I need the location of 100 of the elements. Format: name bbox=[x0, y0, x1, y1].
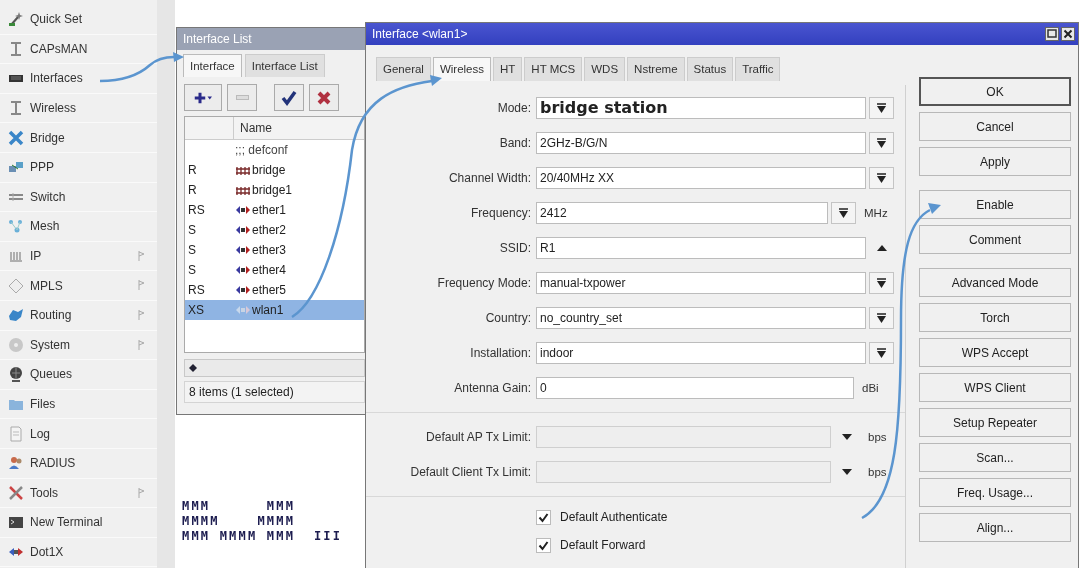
dropdown-field[interactable]: 2412 bbox=[536, 201, 828, 224]
table-row[interactable]: R bridge bbox=[185, 160, 364, 180]
checkmark-icon bbox=[538, 511, 549, 523]
checkbox[interactable] bbox=[536, 509, 551, 525]
globe-icon bbox=[8, 366, 24, 383]
dropdown-field[interactable]: no_country_set bbox=[536, 306, 866, 329]
table-row[interactable]: S ether3 bbox=[185, 240, 364, 260]
add-button[interactable] bbox=[184, 84, 222, 111]
tab[interactable]: Interface List bbox=[244, 54, 325, 77]
tab[interactable]: Wireless bbox=[432, 57, 491, 81]
sidebar-item[interactable]: Wireless bbox=[0, 93, 157, 124]
sidebar-item[interactable]: System bbox=[0, 330, 157, 361]
sidebar-item[interactable]: PPP bbox=[0, 152, 157, 183]
dialog-button[interactable]: Apply bbox=[919, 147, 1071, 176]
sidebar-item[interactable]: RADIUS bbox=[0, 448, 157, 479]
ascii-logo: MMM MMM MMMM MMMM MMM MMMM MMM III bbox=[182, 499, 343, 544]
crossed-arrows-icon bbox=[8, 129, 24, 146]
tools-icon bbox=[8, 484, 24, 501]
dialog-button[interactable]: WPS Accept bbox=[919, 338, 1071, 367]
tab[interactable]: Nstreme bbox=[627, 57, 685, 81]
input-field[interactable]: R1 bbox=[536, 236, 866, 259]
tab[interactable]: HT MCS bbox=[524, 57, 583, 81]
tab[interactable]: General bbox=[376, 57, 431, 81]
dialog-button[interactable]: OK bbox=[919, 77, 1071, 106]
input-field[interactable]: 0 bbox=[536, 376, 854, 399]
dropdown-field[interactable]: 20/40MHz XX bbox=[536, 166, 866, 189]
table-row[interactable]: S ether4 bbox=[185, 260, 364, 280]
column-header[interactable]: Name bbox=[234, 117, 278, 139]
comment-text: ;;; defconf bbox=[234, 143, 288, 157]
dialog-button[interactable]: Enable bbox=[919, 190, 1071, 219]
table-cell: ether5 bbox=[252, 283, 287, 297]
dialog-button[interactable]: Comment bbox=[919, 225, 1071, 254]
dropdown-caret-icon bbox=[877, 277, 886, 288]
sidebar-item[interactable]: Files bbox=[0, 389, 157, 420]
window-title: Interface List bbox=[183, 32, 252, 46]
sidebar-item[interactable]: New Terminal bbox=[0, 508, 157, 538]
dropdown-field[interactable]: 2GHz-B/G/N bbox=[536, 131, 866, 154]
dialog-button[interactable]: Freq. Usage... bbox=[919, 478, 1071, 507]
up-arrow-icon[interactable] bbox=[877, 243, 887, 252]
disc-icon bbox=[8, 336, 24, 353]
dialog-button[interactable]: WPS Client bbox=[919, 373, 1071, 402]
sidebar-item[interactable]: Interfaces bbox=[0, 64, 157, 94]
tab[interactable]: Interface bbox=[183, 54, 242, 77]
scrollbar[interactable] bbox=[184, 359, 365, 377]
sidebar-item[interactable]: Queues bbox=[0, 360, 157, 390]
dropdown-button[interactable] bbox=[869, 131, 894, 154]
sidebar-item[interactable]: Bridge bbox=[0, 123, 157, 153]
disable-button[interactable] bbox=[309, 84, 339, 111]
sidebar-item[interactable]: Log bbox=[0, 419, 157, 449]
dropdown-button[interactable] bbox=[831, 201, 856, 224]
table-row[interactable]: XS wlan1 bbox=[185, 300, 364, 320]
sidebar-item[interactable]: Switch bbox=[0, 182, 157, 213]
field-label: Default AP Tx Limit: bbox=[425, 429, 531, 444]
dropdown-button[interactable] bbox=[869, 341, 894, 364]
sidebar-item[interactable]: Dot1X bbox=[0, 537, 157, 568]
checkbox[interactable] bbox=[536, 537, 551, 553]
dropdown-button[interactable] bbox=[869, 166, 894, 189]
dialog-button[interactable]: Cancel bbox=[919, 112, 1071, 141]
close-icon[interactable] bbox=[1061, 27, 1075, 41]
dialog-button[interactable]: Scan... bbox=[919, 443, 1071, 472]
dialog-button[interactable]: Torch bbox=[919, 303, 1071, 332]
dropdown-button[interactable] bbox=[869, 96, 894, 119]
dropdown-field[interactable]: bridge station bbox=[536, 96, 866, 119]
restore-icon[interactable] bbox=[1045, 27, 1059, 41]
diamond-icon bbox=[8, 277, 24, 294]
status-bar: 8 items (1 selected) bbox=[184, 381, 365, 403]
table-row[interactable]: S ether2 bbox=[185, 220, 364, 240]
sidebar-item[interactable]: Routing bbox=[0, 300, 157, 331]
table-row[interactable]: R bridge1 bbox=[185, 180, 364, 200]
sidebar-item[interactable]: Quick Set bbox=[0, 5, 157, 35]
tab[interactable]: Traffic bbox=[735, 57, 781, 81]
dialog-button[interactable]: Advanced Mode bbox=[919, 268, 1071, 297]
dropdown-caret-icon[interactable] bbox=[842, 432, 852, 441]
dialog-button[interactable]: Setup Repeater bbox=[919, 408, 1071, 437]
sidebar-item[interactable]: Tools bbox=[0, 478, 157, 509]
dropdown-button[interactable] bbox=[869, 271, 894, 294]
submenu-arrow-icon bbox=[138, 250, 145, 261]
tab[interactable]: Status bbox=[686, 57, 734, 81]
dropdown-field[interactable]: manual-txpower bbox=[536, 271, 866, 294]
dropdown-caret-icon bbox=[877, 172, 886, 183]
sidebar-item[interactable]: CAPsMAN bbox=[0, 34, 157, 65]
tab[interactable]: HT bbox=[493, 57, 523, 81]
dropdown-button[interactable] bbox=[869, 306, 894, 329]
dropdown-caret-icon[interactable] bbox=[842, 467, 852, 476]
sidebar-item[interactable]: IP bbox=[0, 241, 157, 272]
field-label: Mode: bbox=[496, 100, 531, 115]
field-label: Installation: bbox=[469, 345, 531, 360]
tab[interactable]: WDS bbox=[584, 57, 626, 81]
users-icon bbox=[8, 455, 24, 472]
field-label: Frequency: bbox=[469, 205, 531, 220]
dropdown-field[interactable]: indoor bbox=[536, 341, 866, 364]
table-row[interactable]: RS ether1 bbox=[185, 200, 364, 220]
enable-button[interactable] bbox=[274, 84, 304, 111]
dropdown-caret-icon bbox=[839, 207, 848, 218]
table-row[interactable]: RS ether5 bbox=[185, 280, 364, 300]
sidebar-item[interactable]: Mesh bbox=[0, 212, 157, 242]
document-icon bbox=[8, 425, 24, 442]
sidebar-item[interactable]: MPLS bbox=[0, 271, 157, 301]
checkmark-icon bbox=[280, 88, 298, 107]
dialog-button[interactable]: Align... bbox=[919, 513, 1071, 542]
